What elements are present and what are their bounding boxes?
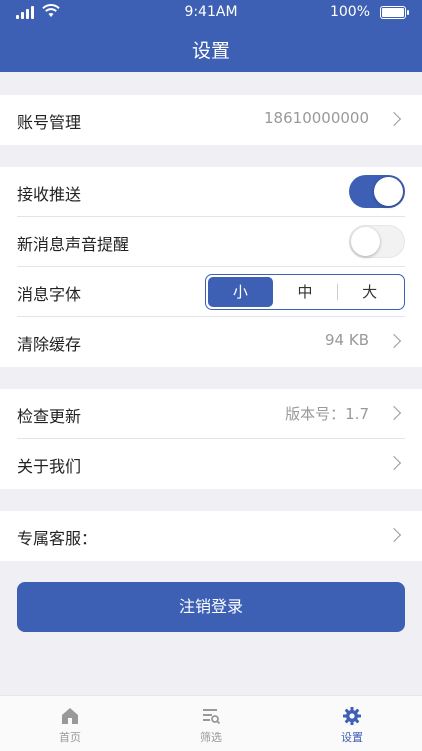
notification-group: 接收推送 新消息声音提醒 消息字体 小 中 大 清除缓存 94 KB [0,167,422,367]
push-label: 接收推送 [17,185,82,204]
gear-icon [343,707,361,725]
status-bar: 9:41AM 100% [0,0,422,26]
tab-home-label: 首页 [59,731,81,744]
header: 9:41AM 100% 设置 [0,0,422,72]
tab-settings-label: 设置 [341,731,363,744]
about-row[interactable]: 关于我们 [17,439,405,489]
push-toggle[interactable] [349,175,405,208]
tab-filter[interactable]: 筛选 [141,696,281,751]
chevron-right-icon [386,405,402,421]
cache-label: 清除缓存 [17,335,82,354]
tab-bar: 首页 筛选 设置 [0,695,422,751]
about-label: 关于我们 [17,457,82,476]
update-row[interactable]: 检查更新 版本号：1.7 [17,389,405,439]
chevron-right-icon [386,455,402,471]
account-phone: 18610000000 [264,109,369,127]
version-value: 版本号：1.7 [285,405,369,423]
home-icon [62,708,78,724]
sound-toggle[interactable] [349,225,405,258]
chevron-right-icon [386,333,402,349]
battery-percent: 100% [329,4,370,20]
sound-label: 新消息声音提醒 [17,235,130,254]
account-label: 账号管理 [17,113,82,132]
about-group: 检查更新 版本号：1.7 关于我们 [0,389,422,489]
service-row[interactable]: 专属客服： [17,511,405,561]
font-row: 消息字体 小 中 大 [17,267,405,317]
font-size-segment: 小 中 大 [205,274,405,310]
chevron-right-icon [386,111,402,127]
account-row[interactable]: 账号管理 18610000000 [17,95,405,145]
font-option-large[interactable]: 大 [337,277,402,307]
font-label: 消息字体 [17,285,82,304]
logout-button[interactable]: 注销登录 [17,582,405,632]
filter-list-icon [203,709,221,725]
tab-home[interactable]: 首页 [0,696,140,751]
cache-row[interactable]: 清除缓存 94 KB [17,317,405,367]
sound-row: 新消息声音提醒 [17,217,405,267]
font-option-small[interactable]: 小 [208,277,273,307]
battery-icon [380,6,409,19]
service-label: 专属客服： [17,529,98,548]
font-option-medium[interactable]: 中 [273,277,338,307]
cache-size: 94 KB [325,331,369,349]
update-label: 检查更新 [17,407,82,426]
chevron-right-icon [386,527,402,543]
push-row: 接收推送 [17,167,405,217]
account-group: 账号管理 18610000000 [0,95,422,145]
page-title: 设置 [191,40,230,62]
tab-settings[interactable]: 设置 [282,696,422,751]
tab-filter-label: 筛选 [200,731,222,744]
service-group: 专属客服： [0,511,422,561]
